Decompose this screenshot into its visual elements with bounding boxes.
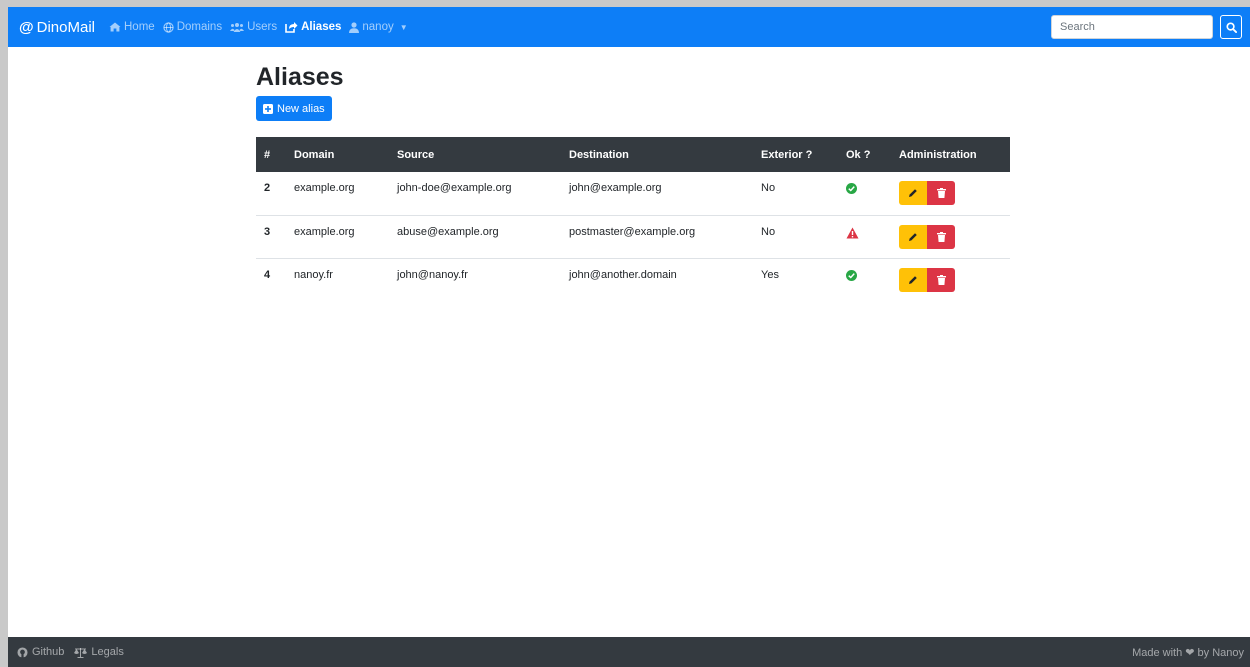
aliases-table: # Domain Source Destination Exterior ? O… bbox=[256, 137, 1010, 301]
legals-label: Legals bbox=[91, 646, 124, 658]
caret-down-icon: ▼ bbox=[399, 22, 408, 32]
search-icon bbox=[1225, 21, 1237, 33]
navbar: @ DinoMail Home Domains Users Aliases na… bbox=[8, 7, 1250, 47]
cell-destination: john@example.org bbox=[569, 182, 662, 194]
cell-source: abuse@example.org bbox=[389, 214, 561, 258]
nav-item-user-menu[interactable]: nanoy ▼ bbox=[349, 21, 408, 33]
col-header-id: # bbox=[256, 137, 286, 172]
cell-exterior: No bbox=[753, 214, 838, 258]
github-link[interactable]: Github bbox=[17, 646, 64, 658]
cell-destination: john@another.domain bbox=[561, 257, 753, 301]
pencil-icon bbox=[909, 232, 917, 241]
share-icon bbox=[285, 22, 298, 33]
github-icon bbox=[17, 646, 28, 658]
table-row: 3 example.org abuse@example.org postmast… bbox=[256, 214, 1010, 258]
trash-icon bbox=[936, 188, 946, 198]
table-row: 2 example.org john-doe@example.org john@… bbox=[256, 172, 1010, 215]
cell-exterior: No bbox=[761, 182, 776, 194]
new-alias-button[interactable]: New alias bbox=[256, 96, 332, 121]
col-header-source: Source bbox=[389, 137, 561, 172]
cell-id: 4 bbox=[256, 257, 286, 301]
col-header-exterior: Exterior ? bbox=[753, 137, 838, 172]
cell-domain: example.org bbox=[294, 182, 355, 194]
trash-icon bbox=[936, 274, 946, 285]
cell-ok bbox=[838, 257, 891, 301]
cell-exterior: Yes bbox=[753, 257, 838, 301]
nav-item-aliases[interactable]: Aliases bbox=[285, 21, 341, 33]
cell-ok bbox=[838, 172, 891, 215]
github-label: Github bbox=[32, 646, 65, 658]
nav-item-home[interactable]: Home bbox=[109, 21, 155, 33]
cell-administration bbox=[891, 257, 1010, 301]
check-circle-icon bbox=[846, 183, 857, 194]
edit-button[interactable] bbox=[899, 181, 927, 205]
admin-button-group bbox=[899, 267, 955, 292]
admin-button-group bbox=[899, 224, 955, 249]
cell-destination: postmaster@example.org bbox=[561, 214, 753, 258]
new-alias-label: New alias bbox=[277, 102, 325, 115]
footer: Github Legals Made with ❤ by Nanoy bbox=[8, 637, 1250, 667]
nav-label-domains: Domains bbox=[176, 21, 223, 33]
balance-scale-icon bbox=[74, 647, 88, 658]
delete-button[interactable] bbox=[927, 224, 955, 249]
edit-button[interactable] bbox=[899, 224, 927, 249]
search-form bbox=[1051, 15, 1242, 39]
nav-label-aliases: Aliases bbox=[301, 21, 342, 33]
users-icon bbox=[230, 23, 245, 32]
cell-id: 2 bbox=[264, 182, 271, 194]
cell-administration bbox=[891, 172, 1010, 215]
cell-domain: nanoy.fr bbox=[286, 257, 389, 301]
edit-button[interactable] bbox=[899, 267, 927, 292]
cell-ok bbox=[838, 214, 891, 258]
plus-square-icon bbox=[263, 103, 273, 114]
nav-label-user: nanoy bbox=[362, 21, 394, 33]
search-input[interactable] bbox=[1051, 15, 1213, 39]
app-window: @ DinoMail Home Domains Users Aliases na… bbox=[8, 7, 1250, 667]
col-header-administration: Administration bbox=[891, 137, 1010, 172]
col-header-ok: Ok ? bbox=[838, 137, 891, 172]
nav-item-domains[interactable]: Domains bbox=[163, 21, 222, 33]
nav-label-users: Users bbox=[247, 21, 278, 33]
nav-label-home: Home bbox=[124, 21, 155, 33]
search-button[interactable] bbox=[1220, 15, 1242, 39]
table-row: 4 nanoy.fr john@nanoy.fr john@another.do… bbox=[256, 257, 1010, 301]
delete-button[interactable] bbox=[927, 267, 955, 292]
brand-name: DinoMail bbox=[36, 18, 95, 36]
cell-administration bbox=[891, 214, 1010, 258]
globe-icon bbox=[163, 21, 174, 33]
home-icon bbox=[109, 22, 121, 32]
pencil-icon bbox=[909, 275, 917, 284]
cell-source: john-doe@example.org bbox=[397, 182, 512, 194]
made-with-text: Made with ❤ by Nanoy bbox=[1132, 646, 1244, 659]
warning-triangle-icon bbox=[846, 227, 859, 238]
page-title: Aliases bbox=[256, 63, 344, 91]
admin-button-group bbox=[899, 181, 955, 205]
col-header-domain: Domain bbox=[286, 137, 389, 172]
check-circle-icon bbox=[846, 269, 857, 281]
cell-id: 3 bbox=[256, 214, 286, 258]
col-header-destination: Destination bbox=[561, 137, 753, 172]
main-content: Aliases New alias # Domain Source Destin… bbox=[256, 62, 1010, 301]
cell-source: john@nanoy.fr bbox=[389, 257, 561, 301]
nav-item-users[interactable]: Users bbox=[230, 21, 277, 33]
brand-logo[interactable]: @ DinoMail bbox=[19, 19, 95, 36]
pencil-icon bbox=[909, 189, 917, 197]
main-nav: Home Domains Users Aliases nanoy ▼ bbox=[109, 21, 408, 33]
trash-icon bbox=[936, 231, 946, 242]
legals-link[interactable]: Legals bbox=[74, 646, 124, 658]
delete-button[interactable] bbox=[927, 181, 955, 205]
at-icon: @ bbox=[19, 18, 34, 36]
user-icon bbox=[349, 21, 360, 33]
table-header-row: # Domain Source Destination Exterior ? O… bbox=[256, 137, 1010, 172]
cell-domain: example.org bbox=[286, 214, 389, 258]
